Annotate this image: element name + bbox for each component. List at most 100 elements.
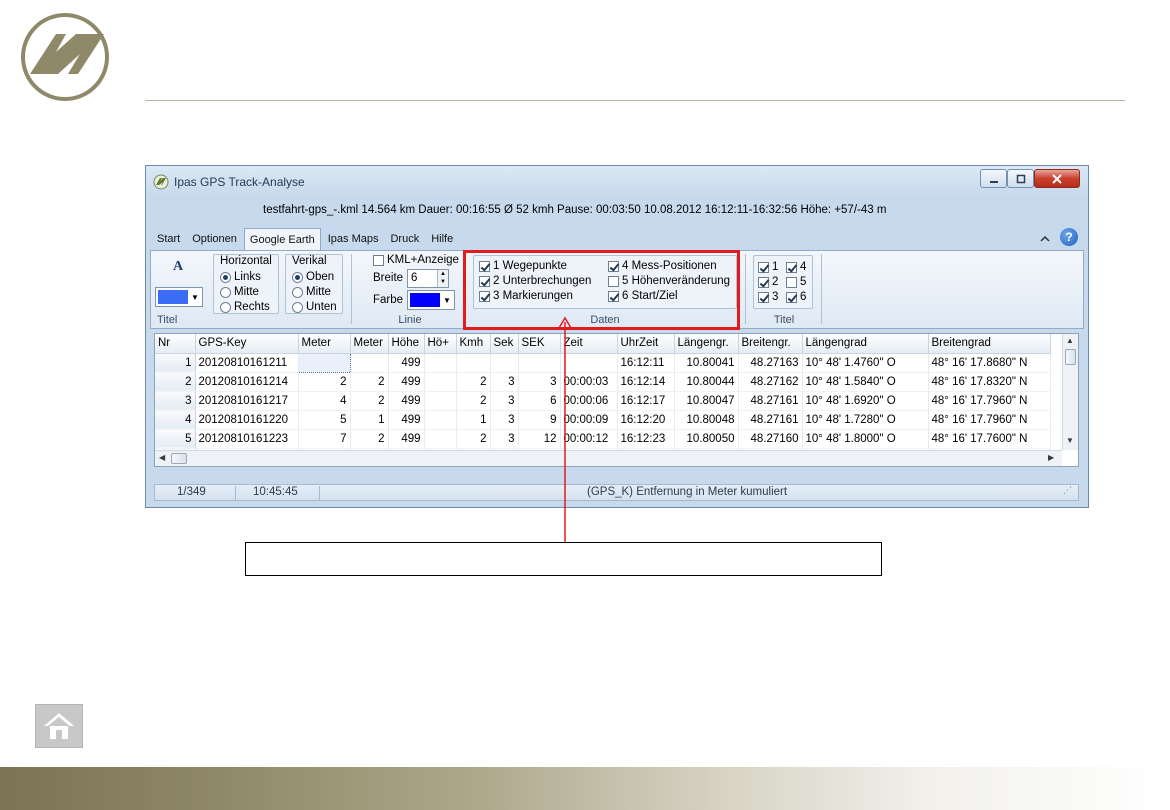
checkbox-mess-positionen[interactable]: 4 Mess-Positionen <box>608 260 717 272</box>
row-number[interactable]: 5 <box>155 429 196 449</box>
table-row[interactable]: 2 20120810161214 2 2 499 2 3 3 00:00:03 16:12:14 1… <box>155 372 1051 392</box>
track-data-grid[interactable]: Nr GPS-Key Meter Meter Höhe Hö+ Kmh Sek SEK Zeit U… <box>154 333 1079 467</box>
dropdown-arrow-icon: ▼ <box>443 295 451 305</box>
title-color-picker[interactable]: ▼ <box>155 287 203 307</box>
horizontal-scrollbar[interactable]: ◀ ▶ <box>155 450 1062 466</box>
radio-horizontal-links[interactable]: Links <box>220 271 261 283</box>
resize-grip-icon[interactable]: ⋰ <box>1063 485 1072 496</box>
column-header[interactable]: Breitengr. <box>738 334 803 354</box>
column-header[interactable]: Längengrad <box>802 334 929 354</box>
table-cell <box>424 372 457 392</box>
scroll-right-icon[interactable]: ▶ <box>1048 453 1054 462</box>
minimize-icon <box>989 180 998 183</box>
radio-vertical-mitte[interactable]: Mitte <box>292 286 331 298</box>
breite-value: 6 <box>411 272 418 284</box>
tab-ipas-maps[interactable]: Ipas Maps <box>323 228 384 250</box>
table-cell: 10.80047 <box>674 391 739 411</box>
row-number[interactable]: 1 <box>155 353 196 373</box>
tab-start[interactable]: Start <box>152 228 185 250</box>
checkbox-label: 3 <box>772 291 779 303</box>
checkbox-titel-3[interactable]: 3 <box>758 291 778 303</box>
column-header[interactable]: Längengr. <box>674 334 739 354</box>
font-button[interactable]: A <box>173 259 183 275</box>
tab-google-earth[interactable]: Google Earth <box>243 228 321 250</box>
company-logo <box>21 13 109 101</box>
checkbox-icon <box>758 291 769 303</box>
checkbox-titel-4[interactable]: 4 <box>786 261 806 273</box>
table-cell: 48° 16' 17.8680" N <box>928 353 1051 373</box>
titel-numbers-group: 1 4 2 5 3 6 Titel <box>749 251 819 328</box>
scroll-up-icon[interactable]: ▲ <box>1066 336 1074 345</box>
radio-horizontal-mitte[interactable]: Mitte <box>220 286 259 298</box>
table-cell: 2 <box>350 391 389 411</box>
radio-vertical-unten[interactable]: Unten <box>292 301 337 313</box>
checkbox-unterbrechungen[interactable]: 2 Unterbrechungen <box>479 275 591 287</box>
horizontal-alignment-box: Horizontal Links Mitte Rechts <box>213 254 279 314</box>
column-header[interactable]: Meter <box>298 334 351 354</box>
radio-horizontal-rechts[interactable]: Rechts <box>220 301 270 313</box>
line-color-picker[interactable]: ▼ <box>407 290 455 310</box>
column-header[interactable]: Nr <box>155 334 196 354</box>
table-row[interactable]: 5 20120810161223 7 2 499 2 3 12 00:00:12 16:12:23… <box>155 429 1051 449</box>
table-cell: 499 <box>388 353 425 373</box>
row-number[interactable]: 4 <box>155 410 196 430</box>
title-bar[interactable]: Ipas GPS Track-Analyse <box>146 166 1088 198</box>
column-header[interactable]: SEK <box>518 334 561 354</box>
checkbox-titel-2[interactable]: 2 <box>758 276 778 288</box>
checkbox-titel-5[interactable]: 5 <box>786 276 806 288</box>
checkbox-wegepunkte[interactable]: 1 Wegepunkte <box>479 260 567 272</box>
tab-optionen[interactable]: Optionen <box>187 228 242 250</box>
table-row[interactable]: 1 20120810161211 499 16:12:11 10.80041 48.271… <box>155 352 1051 373</box>
track-table: Nr GPS-Key Meter Meter Höhe Hö+ Kmh Sek SEK Zeit U… <box>155 334 1051 466</box>
table-row[interactable]: 3 20120810161217 4 2 499 2 3 6 00:00:06 16:12:17 1… <box>155 391 1051 411</box>
radio-vertical-oben[interactable]: Oben <box>292 271 334 283</box>
scroll-down-icon[interactable]: ▼ <box>1066 436 1074 445</box>
checkbox-icon <box>373 254 384 266</box>
vertical-scrollbar[interactable]: ▲ ▼ <box>1062 334 1078 450</box>
table-row[interactable]: 4 20120810161220 5 1 499 1 3 9 00:00:09 16:12:20 1… <box>155 410 1051 430</box>
checkbox-hoehenveraenderung[interactable]: 5 Höhenveränderung <box>608 275 730 287</box>
table-cell: 16:12:14 <box>617 372 675 392</box>
column-header[interactable]: Kmh <box>456 334 491 354</box>
minimize-button[interactable] <box>980 169 1007 188</box>
table-cell: 499 <box>388 410 425 430</box>
scroll-left-icon[interactable]: ◀ <box>159 453 165 462</box>
help-icon[interactable]: ? <box>1060 228 1078 246</box>
radio-label: Rechts <box>234 301 270 313</box>
breite-spinner[interactable]: 6 ▲ ▼ <box>407 269 449 288</box>
column-header[interactable]: UhrZeit <box>617 334 675 354</box>
column-header[interactable]: GPS-Key <box>195 334 299 354</box>
horizontal-scroll-thumb[interactable] <box>171 453 187 464</box>
tab-druck[interactable]: Druck <box>385 228 424 250</box>
table-cell: 2 <box>350 429 389 449</box>
ribbon-collapse-icon[interactable] <box>1039 233 1051 245</box>
checkbox-label: 2 Unterbrechungen <box>493 275 592 287</box>
checkbox-titel-6[interactable]: 6 <box>786 291 806 303</box>
vertical-scroll-thumb[interactable] <box>1065 349 1076 365</box>
checkbox-start-ziel[interactable]: 6 Start/Ziel <box>608 290 678 302</box>
home-button[interactable] <box>35 704 83 748</box>
checkbox-markierungen[interactable]: 3 Markierungen <box>479 290 573 302</box>
row-number[interactable]: 3 <box>155 391 196 411</box>
spinner-arrows-icon[interactable]: ▲ ▼ <box>437 270 448 287</box>
column-header[interactable]: Hö+ <box>424 334 457 354</box>
kml-anzeige-checkbox[interactable]: KML+Anzeige <box>373 254 459 266</box>
column-header[interactable]: Breitengrad <box>928 334 1051 354</box>
tab-hilfe[interactable]: Hilfe <box>426 228 458 250</box>
close-button[interactable] <box>1034 169 1080 188</box>
maximize-button[interactable] <box>1007 169 1034 188</box>
home-icon <box>44 713 74 739</box>
radio-label: Mitte <box>234 286 259 298</box>
table-cell: 48° 16' 17.7600" N <box>928 429 1051 449</box>
title-color-swatch <box>158 290 188 304</box>
checkbox-label: KML+Anzeige <box>387 254 459 266</box>
table-cell[interactable] <box>297 352 351 373</box>
column-header[interactable]: Höhe <box>388 334 425 354</box>
row-number[interactable]: 2 <box>155 372 196 392</box>
radio-icon <box>220 271 231 283</box>
column-header[interactable]: Sek <box>490 334 519 354</box>
table-cell <box>424 410 457 430</box>
column-header[interactable]: Meter <box>350 334 389 354</box>
checkbox-titel-1[interactable]: 1 <box>758 261 778 273</box>
vertikal-label: Verikal <box>292 255 327 267</box>
